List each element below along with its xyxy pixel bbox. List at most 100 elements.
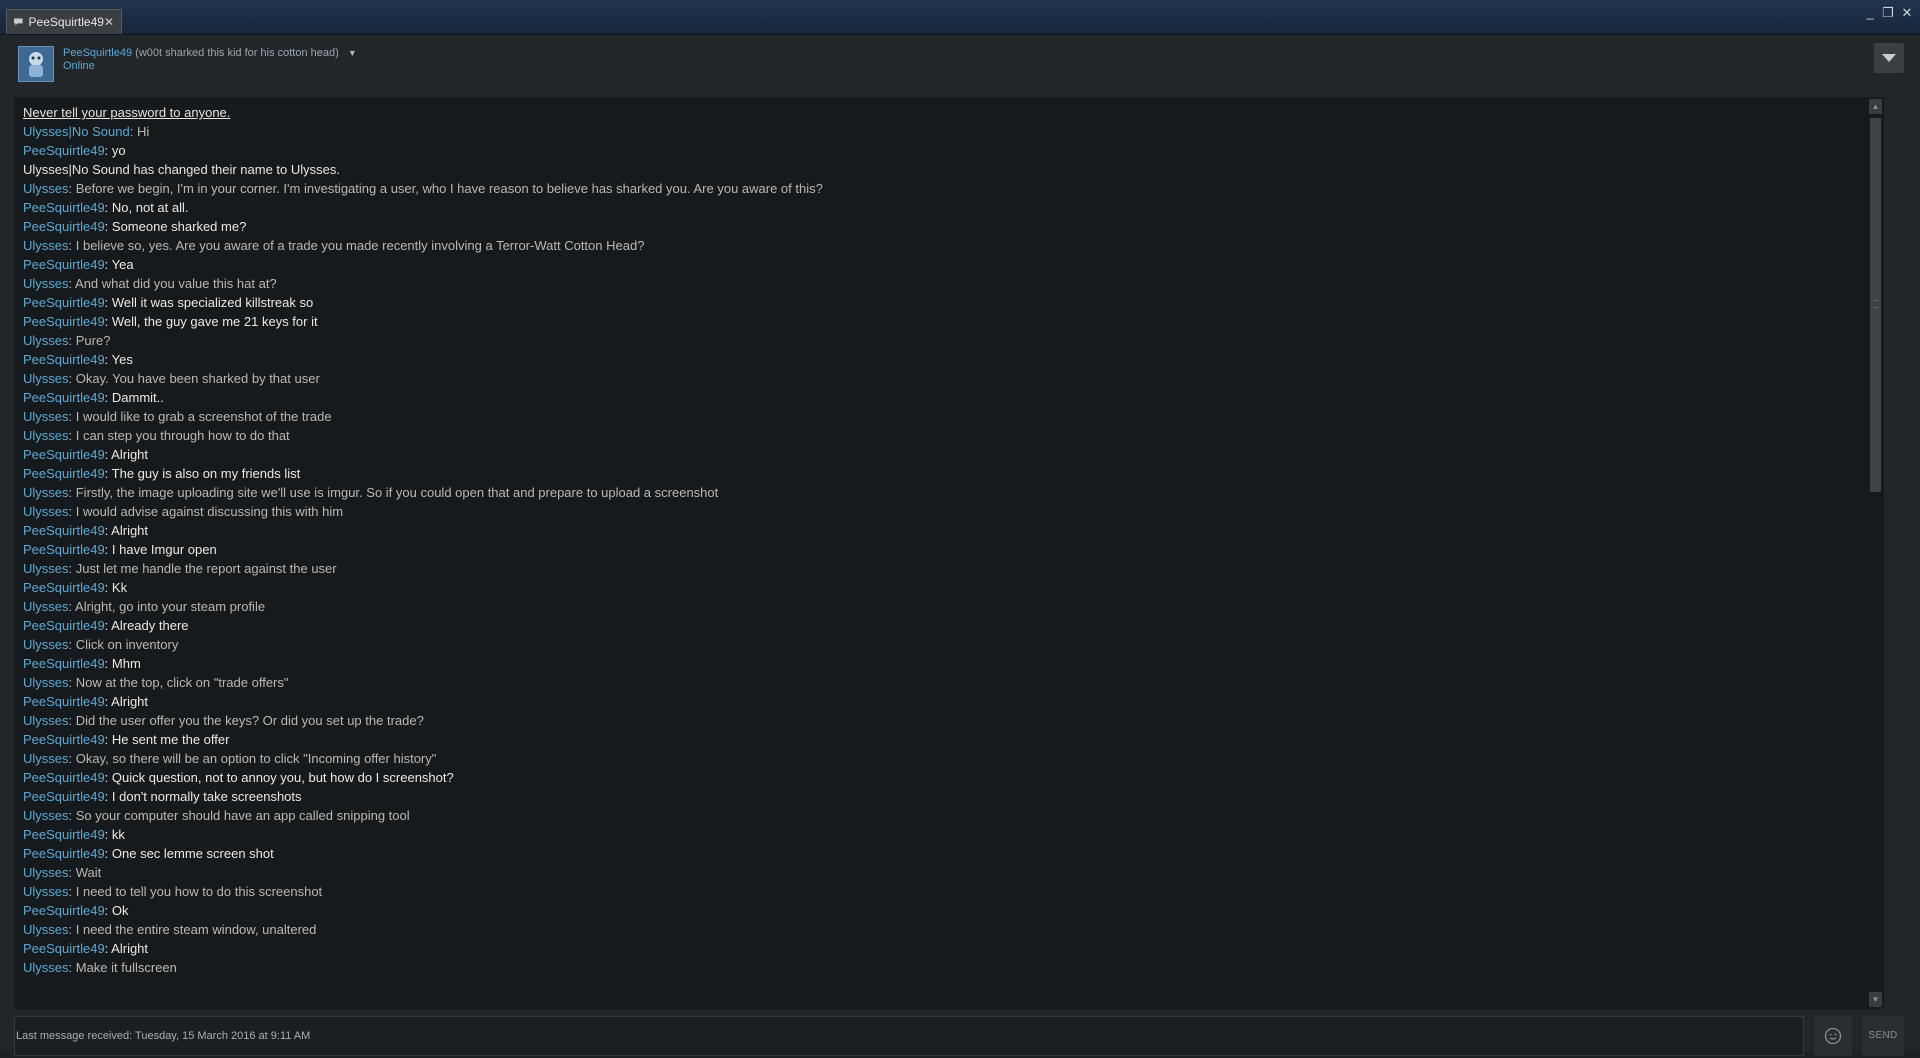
message-sender[interactable]: PeeSquirtle49 (23, 295, 105, 310)
chat-message: Ulysses: Before we begin, I'm in your co… (23, 179, 1863, 198)
message-sender[interactable]: Ulysses (23, 884, 69, 899)
chat-bubble-icon (14, 18, 23, 26)
chat-message: Ulysses: Pure? (23, 331, 1863, 350)
message-sender[interactable]: Ulysses (23, 485, 69, 500)
message-text: : Well it was specialized killstreak so (104, 295, 314, 310)
message-sender[interactable]: Ulysses (23, 428, 69, 443)
chat-message: Ulysses: Did the user offer you the keys… (23, 711, 1863, 730)
message-sender[interactable]: PeeSquirtle49 (23, 352, 105, 367)
message-sender[interactable]: PeeSquirtle49 (23, 846, 105, 861)
message-text: : Well, the guy gave me 21 keys for it (104, 314, 318, 329)
chat-message: Ulysses: Just let me handle the report a… (23, 559, 1863, 578)
message-sender[interactable]: PeeSquirtle49 (23, 447, 105, 462)
message-sender[interactable]: PeeSquirtle49 (23, 656, 105, 671)
message-sender[interactable]: Ulysses (23, 637, 69, 652)
message-sender[interactable]: PeeSquirtle49 (23, 694, 105, 709)
message-sender[interactable]: PeeSquirtle49 (23, 219, 105, 234)
chat-message: PeeSquirtle49: Alright (23, 521, 1863, 540)
message-sender[interactable]: Ulysses (23, 751, 69, 766)
message-text: : I need the entire steam window, unalte… (68, 922, 317, 937)
message-text: : Yes (104, 352, 133, 367)
avatar-image (19, 47, 53, 81)
message-sender[interactable]: Ulysses (23, 276, 69, 291)
message-text: : Ok (104, 903, 129, 918)
chat-message: Ulysses: Now at the top, click on "trade… (23, 673, 1863, 692)
message-text: : Someone sharked me? (104, 219, 247, 234)
send-button[interactable]: SEND (1862, 1016, 1904, 1056)
message-text: : Alright, go into your steam profile (68, 599, 266, 614)
close-window-icon[interactable]: ✕ (1899, 5, 1915, 21)
chat-window: PeeSquirtle49 (w00t sharked this kid for… (0, 35, 1920, 1056)
message-text: : So your computer should have an app ca… (68, 808, 410, 823)
message-sender[interactable]: PeeSquirtle49 (23, 618, 105, 633)
message-text: : Firstly, the image uploading site we'l… (68, 485, 719, 500)
chat-message: Ulysses: Make it fullscreen (23, 958, 1863, 977)
message-sender[interactable]: Ulysses (23, 371, 69, 386)
message-sender[interactable]: PeeSquirtle49 (23, 200, 105, 215)
avatar[interactable] (18, 46, 54, 82)
message-sender[interactable]: PeeSquirtle49 (23, 466, 105, 481)
message-sender[interactable]: Ulysses (23, 599, 69, 614)
chat-message: Ulysses: And what did you value this hat… (23, 274, 1863, 293)
message-sender[interactable]: Ulysses (23, 504, 69, 519)
message-text: : No, not at all. (104, 200, 189, 215)
chat-message: PeeSquirtle49: The guy is also on my fri… (23, 464, 1863, 483)
message-sender[interactable]: PeeSquirtle49 (23, 903, 105, 918)
message-text: : Mhm (104, 656, 141, 671)
message-sender[interactable]: Ulysses (23, 865, 69, 880)
message-sender[interactable]: PeeSquirtle49 (23, 580, 105, 595)
tab-chat-peesquirtle49[interactable]: PeeSquirtle49 ✕ (6, 9, 122, 34)
message-sender[interactable]: PeeSquirtle49 (23, 789, 105, 804)
message-sender[interactable]: PeeSquirtle49 (23, 390, 105, 405)
message-sender[interactable]: Ulysses (23, 561, 69, 576)
message-sender[interactable]: PeeSquirtle49 (23, 523, 105, 538)
message-text: : yo (104, 143, 126, 158)
message-sender[interactable]: Ulysses (23, 713, 69, 728)
message-text: : Did the user offer you the keys? Or di… (68, 713, 424, 728)
message-sender[interactable]: Ulysses (23, 808, 69, 823)
chat-message: PeeSquirtle49: No, not at all. (23, 198, 1863, 217)
chat-message: Ulysses: I need the entire steam window,… (23, 920, 1863, 939)
emoticon-button[interactable] (1814, 1016, 1852, 1056)
message-sender[interactable]: Ulysses (23, 922, 69, 937)
chevron-down-icon[interactable]: ▼ (348, 48, 357, 58)
message-sender[interactable]: PeeSquirtle49 (23, 941, 105, 956)
message-text: : He sent me the offer (104, 732, 230, 747)
scroll-down-icon[interactable]: ▼ (1869, 992, 1882, 1007)
message-sender[interactable]: PeeSquirtle49 (23, 732, 105, 747)
message-text: : Alright (104, 447, 149, 462)
message-sender[interactable]: Ulysses (23, 960, 69, 975)
scrollbar[interactable]: ▲ ▼ (1869, 97, 1882, 1009)
minimize-icon[interactable]: _ (1862, 5, 1878, 21)
message-sender[interactable]: Ulysses (23, 238, 69, 253)
message-sender[interactable]: Ulysses|No Sound (23, 124, 130, 139)
scroll-up-icon[interactable]: ▲ (1869, 99, 1882, 114)
chat-message: Ulysses: Wait (23, 863, 1863, 882)
message-text: : Okay. You have been sharked by that us… (68, 371, 320, 386)
friend-nickname: (w00t sharked this kid for his cotton he… (135, 47, 339, 59)
maximize-icon[interactable]: ❐ (1880, 5, 1896, 21)
tab-close-icon[interactable]: ✕ (104, 16, 114, 28)
message-sender[interactable]: Ulysses (23, 675, 69, 690)
message-text: : Quick question, not to annoy you, but … (104, 770, 454, 785)
chat-message: PeeSquirtle49: Already there (23, 616, 1863, 635)
scrollbar-thumb[interactable] (1870, 118, 1881, 492)
friend-status: Online (63, 60, 95, 72)
message-sender[interactable]: PeeSquirtle49 (23, 542, 105, 557)
message-sender[interactable]: PeeSquirtle49 (23, 257, 105, 272)
message-sender[interactable]: PeeSquirtle49 (23, 143, 105, 158)
security-warning: Never tell your password to anyone. (23, 105, 231, 120)
message-text: : Just let me handle the report against … (68, 561, 337, 576)
message-sender[interactable]: Ulysses (23, 181, 69, 196)
last-message-timestamp: Last message received: Tuesday, 15 March… (16, 1030, 311, 1042)
message-text: : I believe so, yes. Are you aware of a … (68, 238, 645, 253)
message-sender[interactable]: PeeSquirtle49 (23, 770, 105, 785)
message-text: : I can step you through how to do that (68, 428, 290, 443)
chat-message: Ulysses: Firstly, the image uploading si… (23, 483, 1863, 502)
message-sender[interactable]: Ulysses (23, 333, 69, 348)
message-sender[interactable]: PeeSquirtle49 (23, 314, 105, 329)
message-sender[interactable]: Ulysses (23, 409, 69, 424)
friend-name[interactable]: PeeSquirtle49 (w00t sharked this kid for… (63, 47, 357, 59)
chat-options-button[interactable] (1874, 43, 1904, 73)
message-sender[interactable]: PeeSquirtle49 (23, 827, 105, 842)
